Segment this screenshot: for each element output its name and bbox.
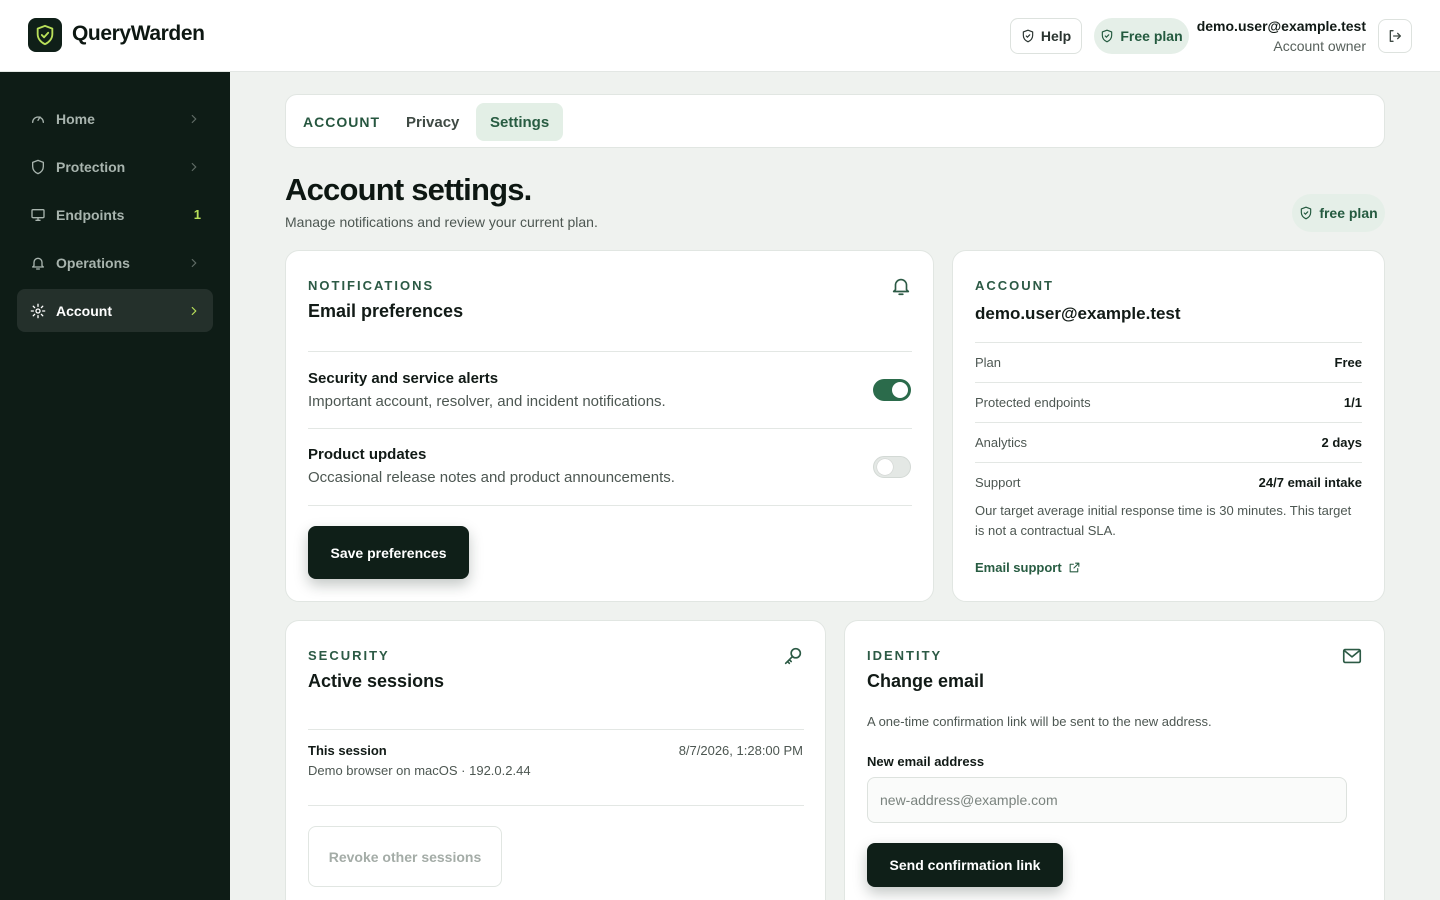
new-email-label: New email address bbox=[867, 754, 985, 769]
sidebar-item-endpoints[interactable]: Endpoints 1 bbox=[17, 193, 213, 236]
card-eyebrow: NOTIFICATIONS bbox=[308, 278, 435, 293]
card-title: Email preferences bbox=[308, 301, 464, 321]
logout-button[interactable] bbox=[1378, 19, 1412, 53]
tab-settings[interactable]: Settings bbox=[476, 103, 564, 141]
account-row-value: 24/7 email intake bbox=[1258, 475, 1362, 490]
divider bbox=[308, 351, 912, 352]
tab-bar: ACCOUNT Privacy Settings bbox=[285, 94, 1385, 148]
security-card: SECURITY Active sessions This session De… bbox=[285, 620, 826, 900]
user-role: Account owner bbox=[1273, 38, 1366, 54]
card-title: Active sessions bbox=[308, 671, 445, 691]
chevron-right-icon bbox=[191, 114, 197, 123]
tab-privacy[interactable]: Privacy bbox=[392, 103, 473, 141]
support-note: Our target average initial response time… bbox=[975, 503, 1352, 538]
external-link-icon bbox=[1069, 562, 1080, 573]
account-row-label: Support bbox=[975, 475, 1021, 490]
chevron-right-icon bbox=[191, 258, 197, 267]
sidebar-item-account[interactable]: Account bbox=[17, 289, 213, 332]
logout-icon bbox=[1389, 30, 1401, 42]
card-eyebrow: IDENTITY bbox=[867, 648, 943, 663]
notifications-card: NOTIFICATIONS Email preferences Security… bbox=[285, 250, 934, 602]
account-card: ACCOUNT demo.user@example.test Plan Free… bbox=[952, 250, 1385, 602]
divider bbox=[308, 805, 804, 806]
plan-pill-label: Free plan bbox=[1120, 28, 1183, 44]
sidebar-item-protection[interactable]: Protection bbox=[17, 145, 213, 188]
card-eyebrow: SECURITY bbox=[308, 648, 390, 663]
pref-title-alerts: Security and service alerts bbox=[308, 370, 499, 387]
key-icon bbox=[784, 647, 802, 665]
divider bbox=[308, 428, 912, 429]
help-button-label: Help bbox=[1040, 28, 1072, 44]
sidebar-item-label: Home bbox=[56, 110, 95, 127]
plan-badge-label: free plan bbox=[1319, 205, 1378, 221]
sidebar-item-label: Operations bbox=[56, 254, 130, 271]
save-preferences-button[interactable]: Save preferences bbox=[308, 526, 469, 579]
pref-desc-alerts: Important account, resolver, and inciden… bbox=[308, 393, 666, 410]
sidebar-item-label: Endpoints bbox=[56, 206, 125, 223]
session-desc: Demo browser on macOS · 192.0.2.44 bbox=[308, 763, 531, 778]
divider bbox=[975, 462, 1362, 463]
help-button[interactable]: Help bbox=[1010, 18, 1082, 54]
session-title: This session bbox=[308, 743, 387, 758]
account-row-value: Free bbox=[1334, 355, 1362, 370]
new-email-input[interactable] bbox=[867, 777, 1347, 823]
shield-icon bbox=[1022, 29, 1034, 43]
pref-title-updates: Product updates bbox=[308, 446, 427, 463]
chevron-right-icon bbox=[191, 306, 197, 315]
account-row-value: 2 days bbox=[1321, 435, 1362, 450]
card-eyebrow: ACCOUNT bbox=[975, 278, 1054, 293]
logo[interactable] bbox=[28, 18, 62, 52]
gauge-icon bbox=[29, 110, 47, 128]
divider bbox=[975, 422, 1362, 423]
divider bbox=[308, 729, 804, 730]
shield-check-icon bbox=[1301, 206, 1312, 220]
sidebar-item-label: Protection bbox=[56, 158, 126, 175]
account-row-label: Protected endpoints bbox=[975, 395, 1091, 410]
top-bar: QueryWarden Help Free plan demo.user@exa… bbox=[0, 0, 1440, 72]
product-updates-toggle[interactable] bbox=[873, 456, 911, 478]
monitor-icon bbox=[29, 206, 47, 224]
shield-check-icon bbox=[1102, 29, 1113, 43]
shield-check-logo-icon bbox=[36, 24, 54, 46]
identity-card: IDENTITY Change email A one-time confirm… bbox=[844, 620, 1385, 900]
page-subtitle: Manage notifications and review your cur… bbox=[285, 214, 598, 230]
plan-pill[interactable]: Free plan bbox=[1094, 18, 1189, 54]
divider bbox=[975, 382, 1362, 383]
email-support-link-label: Email support bbox=[975, 560, 1062, 575]
pref-desc-updates: Occasional release notes and product ann… bbox=[308, 469, 675, 486]
session-time: 8/7/2026, 1:28:00 PM bbox=[678, 743, 803, 758]
security-alerts-toggle[interactable] bbox=[873, 379, 911, 401]
sidebar-item-home[interactable]: Home bbox=[17, 97, 213, 140]
tab-account[interactable]: ACCOUNT bbox=[289, 103, 394, 141]
bell-icon bbox=[892, 278, 910, 296]
send-confirmation-button[interactable]: Send confirmation link bbox=[867, 843, 1063, 887]
divider bbox=[975, 342, 1362, 343]
mail-icon bbox=[1342, 648, 1362, 664]
account-email: demo.user@example.test bbox=[975, 304, 1181, 323]
brand-name: QueryWarden bbox=[72, 22, 205, 45]
sidebar: Home Protection Endpoints 1 Operations A… bbox=[0, 72, 230, 900]
identity-description: A one-time confirmation link will be sen… bbox=[867, 714, 1212, 729]
account-row-label: Analytics bbox=[975, 435, 1028, 450]
sidebar-item-operations[interactable]: Operations bbox=[17, 241, 213, 284]
divider bbox=[308, 505, 912, 506]
user-email: demo.user@example.test bbox=[1196, 18, 1366, 34]
gear-icon bbox=[29, 302, 47, 320]
plan-badge: free plan bbox=[1292, 194, 1385, 232]
account-row-value: 1/1 bbox=[1343, 395, 1362, 410]
page-title: Account settings. bbox=[285, 172, 532, 207]
chevron-right-icon bbox=[191, 162, 197, 171]
email-support-link[interactable]: Email support bbox=[975, 560, 1081, 575]
bell-icon bbox=[29, 254, 47, 272]
shield-icon bbox=[29, 158, 47, 176]
sidebar-item-label: Account bbox=[56, 302, 112, 319]
endpoints-count-badge: 1 bbox=[193, 207, 201, 222]
card-title: Change email bbox=[867, 671, 985, 691]
revoke-sessions-button[interactable]: Revoke other sessions bbox=[308, 826, 502, 887]
account-row-label: Plan bbox=[975, 355, 1002, 370]
